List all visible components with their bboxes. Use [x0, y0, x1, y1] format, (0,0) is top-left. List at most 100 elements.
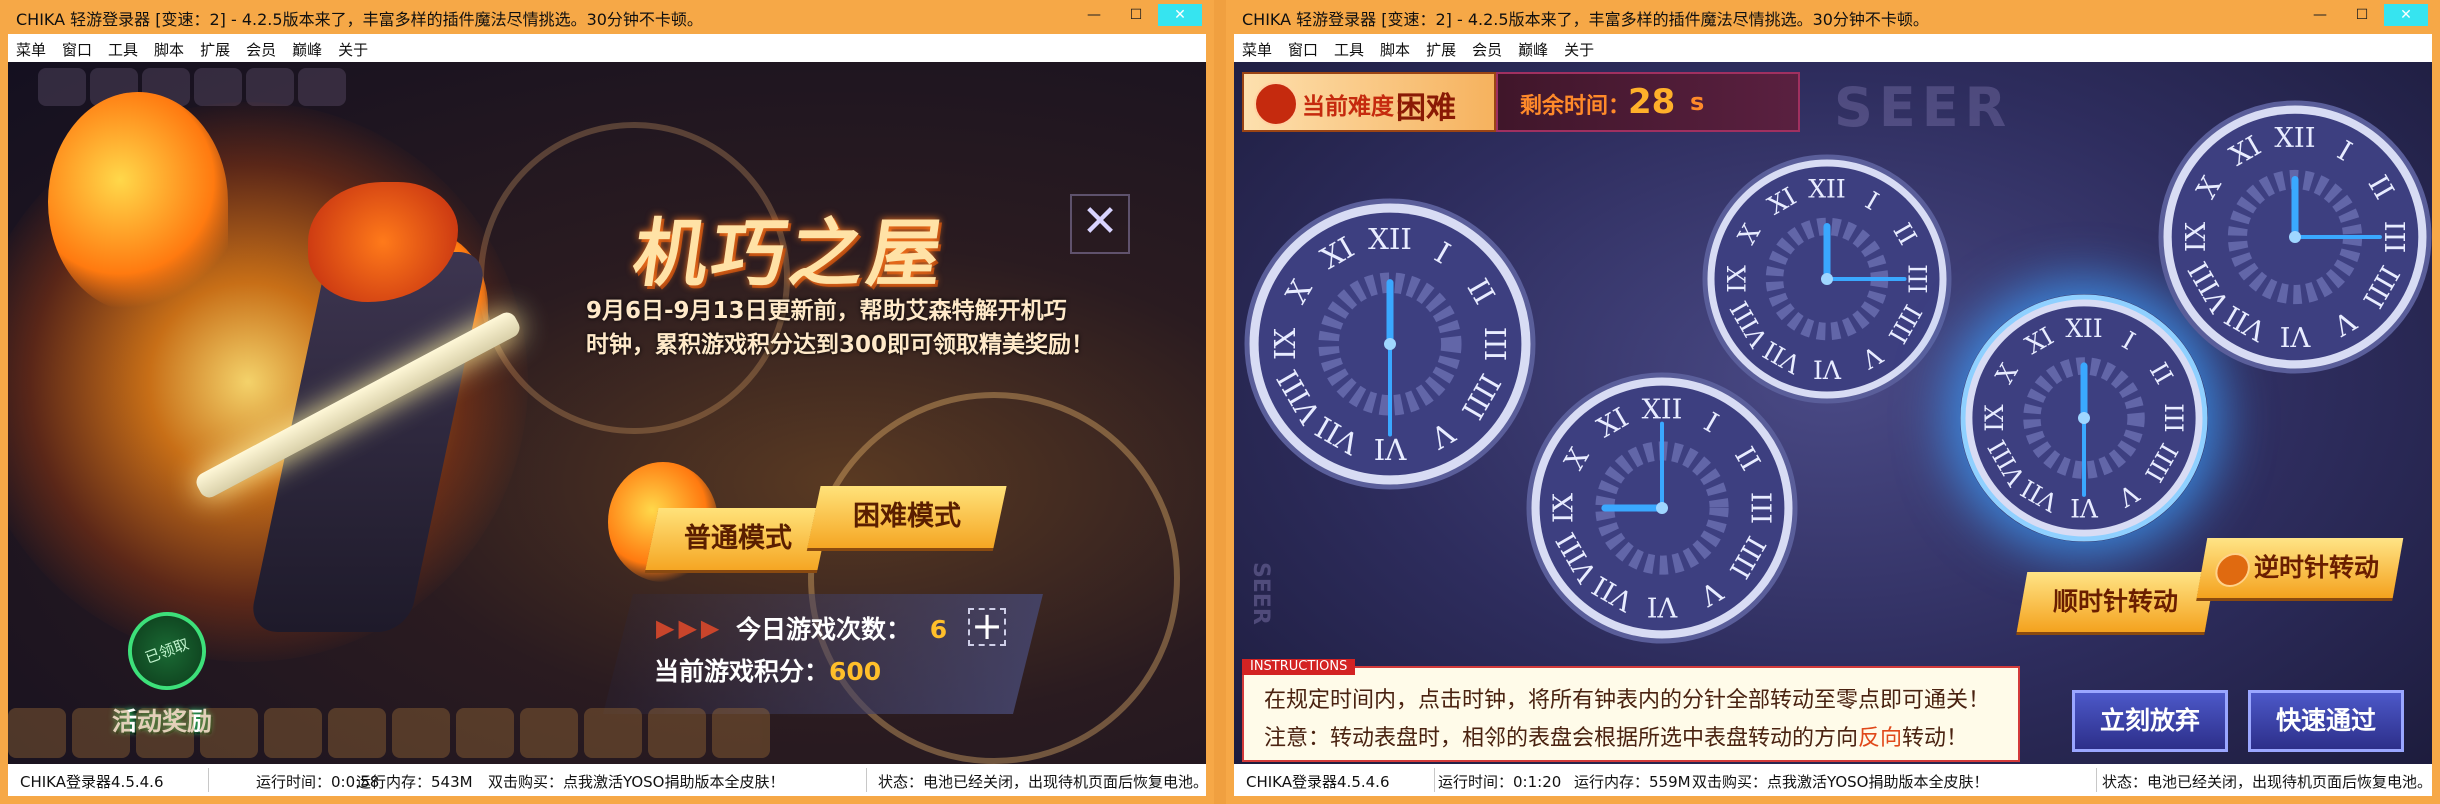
instructions-tag: INSTRUCTIONS: [1242, 659, 1356, 675]
clock-dial[interactable]: XII I II III IIII V VI VII VIII IX X XI: [1244, 198, 1536, 490]
clock-center-pin: [1821, 273, 1833, 285]
clock-face: XII IIIIIIIIIIVVIVIIVIIIIXXXI: [1526, 372, 1798, 644]
give-up-button[interactable]: 立刻放弃: [2072, 690, 2228, 752]
clock-numeral: III: [2378, 221, 2409, 253]
rotate-left-icon: [2212, 553, 2253, 587]
maximize-button[interactable]: ☐: [1120, 4, 1152, 26]
menu-item[interactable]: 关于: [330, 34, 376, 60]
clockwise-label: 顺时针转动: [2053, 587, 2179, 616]
clock-numeral: VI: [2280, 320, 2312, 351]
plays-today-value: 6: [929, 615, 948, 644]
status-text: 状态：电池已经关闭，出现待机页面后恢复电池。: [878, 773, 1209, 791]
time-unit: s: [1690, 88, 1705, 116]
clock-numeral: VI: [1813, 355, 1842, 384]
clock-numeral: IX: [1980, 404, 2009, 432]
clock-numeral: IX: [2181, 221, 2212, 252]
status-text: 状态：电池已经关闭，出现待机页面后恢复电池。: [2102, 773, 2433, 791]
menu-item[interactable]: 脚本: [1372, 34, 1418, 60]
time-label: 剩余时间：: [1520, 94, 1631, 119]
clock-face: XII IIIIIIIIIIVVIVIIVIIIIXXXI: [1244, 198, 1536, 490]
close-panel-button[interactable]: ✕: [1070, 194, 1130, 254]
instruction-line: 注意：转动表盘时，相邻的表盘会根据所选中表盘转动的方向反向转动！: [1264, 720, 1968, 752]
clock-dial[interactable]: XII I II III IIII V VI VII VIII IX X XI: [1526, 372, 1798, 644]
promo-link[interactable]: 双击购买：点我激活YOSO捐助版本全皮肤！: [488, 771, 784, 792]
launcher-version: CHIKA登录器4.5.4.6: [1246, 773, 1390, 791]
minimize-button[interactable]: —: [2304, 4, 2336, 26]
plays-today: 今日游戏次数： 6: [736, 610, 947, 646]
claimed-badge: 已领取: [117, 601, 217, 701]
menu-item[interactable]: 窗口: [1280, 34, 1326, 60]
difficulty-value: 困难: [1396, 91, 1456, 126]
status-bar: CHIKA登录器4.5.4.6 运行时间：0:0:58 运行内存：543M 双击…: [8, 764, 1209, 796]
instructions-panel: 在规定时间内，点击时钟，将所有钟表内的分针全部转动至零点即可通关！ 注意：转动表…: [1242, 666, 2020, 762]
menu-item[interactable]: 巅峰: [284, 34, 330, 60]
clock-center-pin: [1384, 338, 1396, 350]
add-plays-button[interactable]: +: [968, 607, 1006, 646]
normal-mode-button[interactable]: 普通模式: [645, 508, 831, 570]
menu-item[interactable]: 会员: [1464, 34, 1510, 60]
minimize-button[interactable]: —: [1078, 4, 1110, 26]
menu-item[interactable]: 脚本: [146, 34, 192, 60]
instruction-text: 转动！: [1902, 726, 1969, 751]
menu-item[interactable]: 窗口: [54, 34, 100, 60]
quick-pass-button[interactable]: 快速通过: [2248, 690, 2404, 752]
memory-usage: 运行内存：543M: [356, 773, 473, 791]
menu-item[interactable]: 菜单: [1234, 34, 1280, 60]
faded-bottom-icons: [8, 704, 1206, 764]
status-bar: CHIKA登录器4.5.4.6 运行时间：0:1:20 运行内存：559M 双击…: [1234, 764, 2432, 796]
counterclockwise-label: 逆时针转动: [2254, 553, 2380, 582]
clockwise-button[interactable]: 顺时针转动: [2016, 572, 2216, 632]
menu-item[interactable]: 关于: [1556, 34, 1602, 60]
seer-vertical-watermark: SEER: [1248, 562, 1273, 625]
close-button[interactable]: ✕: [2384, 4, 2428, 26]
menu-item[interactable]: 工具: [1326, 34, 1372, 60]
difficulty-icon: [1254, 82, 1298, 126]
menu-bar: 菜单 窗口 工具 脚本 扩展 会员 巅峰 关于: [1234, 34, 2432, 62]
flame-decoration: [48, 92, 228, 312]
difficulty-display: 当前难度： 困难: [1242, 72, 1496, 132]
menu-item[interactable]: 工具: [100, 34, 146, 60]
clock-numeral: VI: [1374, 432, 1408, 466]
menu-item[interactable]: 扩展: [192, 34, 238, 60]
instruction-text: 注意：转动表盘时，相邻的表盘会根据所选中表盘转动的方向: [1264, 726, 1859, 751]
clock-face: XII IIIIIIIIIIVVIVIIVIIIIXXXI: [2158, 100, 2432, 374]
arrow-decoration: ▶▶▶: [656, 614, 724, 642]
hard-mode-label: 困难模式: [853, 501, 961, 532]
clock-numeral: VI: [1647, 590, 1678, 621]
counterclockwise-button[interactable]: 逆时针转动: [2196, 538, 2404, 598]
clock-numeral: III: [2159, 403, 2188, 432]
menu-item[interactable]: 扩展: [1418, 34, 1464, 60]
clock-numeral: IX: [1268, 328, 1302, 361]
launcher-version: CHIKA登录器4.5.4.6: [20, 773, 164, 791]
normal-mode-label: 普通模式: [684, 523, 792, 554]
title-bar[interactable]: CHIKA 轻游登录器 [变速：2] - 4.2.5版本来了，丰富多样的插件魔法…: [0, 0, 1214, 34]
clock-numeral: VI: [2070, 493, 2099, 522]
clock-dial[interactable]: XII I II III IIII V VI VII VIII IX X XI: [1702, 154, 1952, 404]
menu-item[interactable]: 菜单: [8, 34, 54, 60]
clock-numeral: XII: [2274, 123, 2315, 154]
game-viewport[interactable]: 机巧之屋 9月6日-9月13日更新前，帮助艾森特解开机巧 时钟，累积游戏积分达到…: [8, 62, 1206, 764]
clock-numeral: XII: [1808, 175, 1846, 204]
memory-usage: 运行内存：559M: [1574, 773, 1691, 791]
clock-numeral: XII: [2065, 314, 2102, 343]
menu-item[interactable]: 巅峰: [1510, 34, 1556, 60]
clock-center-pin: [2078, 412, 2090, 424]
score-value: 600: [829, 657, 882, 686]
time-value: 28: [1628, 82, 1676, 122]
instruction-line: 在规定时间内，点击时钟，将所有钟表内的分针全部转动至零点即可通关！: [1264, 688, 1991, 713]
title-bar[interactable]: CHIKA 轻游登录器 [变速：2] - 4.2.5版本来了，丰富多样的插件魔法…: [1226, 0, 2440, 34]
hard-mode-button[interactable]: 困难模式: [807, 486, 1007, 548]
countdown-display: 剩余时间： 28 s: [1496, 72, 1800, 132]
clock-numeral: III: [1903, 264, 1932, 294]
promo-link[interactable]: 双击购买：点我激活YOSO捐助版本全皮肤！: [1692, 771, 1988, 792]
window-title: CHIKA 轻游登录器 [变速：2] - 4.2.5版本来了，丰富多样的插件魔法…: [16, 10, 703, 29]
score-label: 当前游戏积分：: [654, 657, 830, 686]
clock-dial[interactable]: XII I II III IIII V VI VII VIII IX X XI: [2158, 100, 2432, 374]
runtime: 运行时间：0:1:20: [1438, 773, 1562, 791]
close-button[interactable]: ✕: [1158, 4, 1202, 26]
clock-numeral: XII: [1368, 222, 1412, 256]
clock-center-pin: [2289, 231, 2301, 243]
game-viewport[interactable]: SEER SEER 当前难度： 困难 剩余时间： 28 s XII I II III I…: [1234, 62, 2432, 764]
menu-item[interactable]: 会员: [238, 34, 284, 60]
maximize-button[interactable]: ☐: [2346, 4, 2378, 26]
